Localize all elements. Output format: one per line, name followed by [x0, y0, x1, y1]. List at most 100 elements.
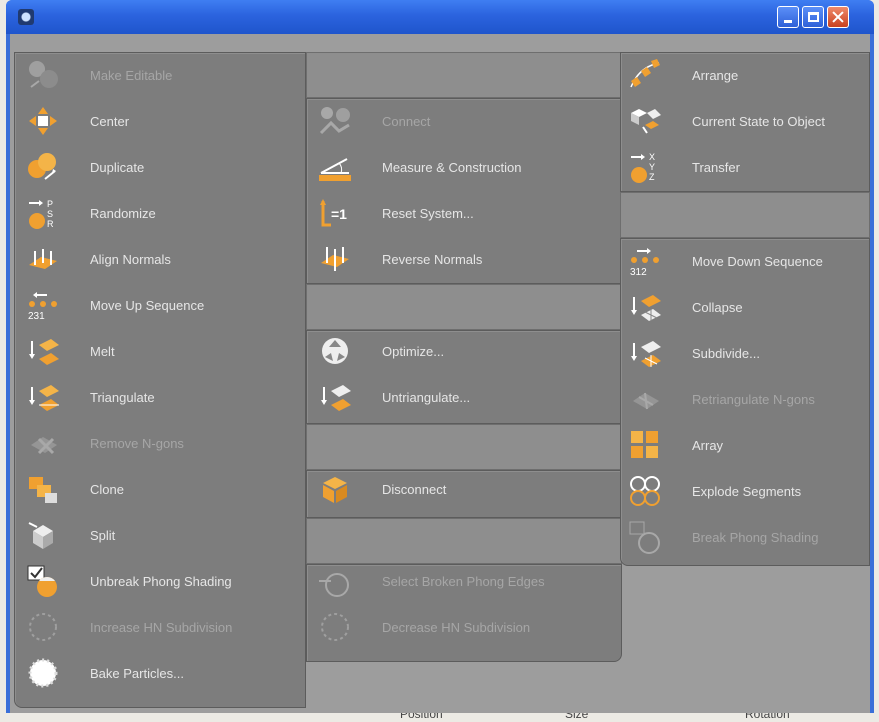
minimize-icon: [784, 19, 792, 23]
menu-item-transfer[interactable]: XYZ Transfer: [624, 144, 740, 190]
menu-item-label: Clone: [90, 481, 124, 497]
menu-item-label: Unbreak Phong Shading: [90, 573, 232, 589]
duplicate-icon: [22, 147, 64, 187]
menu-item-reverse-normals[interactable]: Reverse Normals: [314, 236, 482, 282]
menu-item-subdivide[interactable]: Subdivide...: [624, 330, 760, 376]
unbreak-phong-icon: [22, 561, 64, 601]
svg-text:P: P: [47, 199, 53, 209]
menu-item-optimize[interactable]: Optimize...: [314, 328, 444, 374]
menu-item-untriangulate[interactable]: Untriangulate...: [314, 374, 470, 420]
menu-item-label: Align Normals: [90, 251, 171, 267]
background-coordinate-strip: Position Size Rotation: [0, 713, 879, 722]
menu-item-collapse[interactable]: Collapse: [624, 284, 743, 330]
collapse-icon: [624, 287, 666, 327]
select-broken-phong-icon: [314, 561, 356, 601]
menu-item-increase-hn[interactable]: Increase HN Subdivision: [22, 604, 232, 650]
menu-item-label: Triangulate: [90, 389, 155, 405]
svg-text:Y: Y: [649, 162, 655, 172]
center-icon: [22, 101, 64, 141]
menu-item-label: Collapse: [692, 299, 743, 315]
menu-item-label: Connect: [382, 113, 431, 129]
app-icon[interactable]: [18, 9, 34, 25]
empty-slot: [620, 192, 870, 238]
menu-item-arrange[interactable]: Arrange: [624, 52, 738, 98]
menu-item-decrease-hn[interactable]: Decrease HN Subdivision: [314, 604, 530, 650]
menu-item-melt[interactable]: Melt: [22, 328, 115, 374]
menu-item-current-state[interactable]: Current State to Object: [624, 98, 825, 144]
strip-label-position: Position: [400, 713, 443, 721]
svg-text:Z: Z: [649, 172, 655, 182]
optimize-icon: [314, 331, 356, 371]
menu-item-label: Center: [90, 113, 130, 129]
menu-item-measure[interactable]: Measure & Construction: [314, 144, 521, 190]
menu-item-label: Optimize...: [382, 343, 445, 359]
increase-hn-icon: [22, 607, 64, 647]
maximize-icon: [807, 12, 819, 22]
menu-item-connect[interactable]: Connect: [314, 98, 430, 144]
menu-item-label: Reverse Normals: [382, 251, 483, 267]
disconnect-icon: [314, 469, 356, 509]
move-down-sequence-icon: 312: [624, 241, 666, 281]
menu-item-label: Select Broken Phong Edges: [382, 573, 545, 589]
arrange-icon: [624, 55, 666, 95]
menu-item-label: Explode Segments: [692, 483, 802, 499]
svg-text:X: X: [649, 152, 655, 162]
triangulate-icon: [22, 377, 64, 417]
menu-item-make-editable[interactable]: Make Editable: [22, 52, 172, 98]
empty-slot: [306, 424, 622, 470]
menu-item-select-broken-phong[interactable]: Select Broken Phong Edges: [314, 558, 545, 604]
menu-item-retriangulate-ngons[interactable]: Retriangulate N-gons: [624, 376, 815, 422]
menu-item-move-down-sequence[interactable]: 312 Move Down Sequence: [624, 238, 823, 284]
remove-ngons-icon: [22, 423, 64, 463]
bake-particles-icon: [22, 653, 64, 693]
title-bar[interactable]: [6, 0, 874, 34]
array-icon: [624, 425, 666, 465]
menu-item-label: Array: [692, 437, 724, 453]
close-button[interactable]: [827, 6, 849, 28]
menu-item-break-phong[interactable]: Break Phong Shading: [624, 514, 818, 560]
menu-item-label: Split: [90, 527, 116, 543]
menu-item-clone[interactable]: Clone: [22, 466, 124, 512]
command-palette-window: Make Editable Center Duplicate PSR Rando…: [6, 0, 874, 713]
maximize-button[interactable]: [802, 6, 824, 28]
menu-item-label: Randomize: [90, 205, 156, 221]
measure-icon: [314, 147, 356, 187]
menu-item-label: Move Up Sequence: [90, 297, 205, 313]
menu-item-align-normals[interactable]: Align Normals: [22, 236, 171, 282]
menu-item-disconnect[interactable]: Disconnect: [314, 466, 446, 512]
reset-system-icon: =1: [314, 193, 356, 233]
decrease-hn-icon: [314, 607, 356, 647]
menu-item-explode-segments[interactable]: Explode Segments: [624, 468, 801, 514]
menu-item-label: Duplicate: [90, 159, 145, 175]
menu-item-label: Current State to Object: [692, 113, 825, 129]
menu-item-triangulate[interactable]: Triangulate: [22, 374, 155, 420]
menu-item-remove-ngons[interactable]: Remove N-gons: [22, 420, 184, 466]
menu-item-label: Remove N-gons: [90, 435, 184, 451]
menu-item-bake-particles[interactable]: Bake Particles...: [22, 650, 184, 696]
menu-item-reset-system[interactable]: =1 Reset System...: [314, 190, 474, 236]
break-phong-icon: [624, 517, 666, 557]
menu-item-unbreak-phong[interactable]: Unbreak Phong Shading: [22, 558, 232, 604]
menu-item-randomize[interactable]: PSR Randomize: [22, 190, 156, 236]
clone-icon: [22, 469, 64, 509]
menu-item-label: Make Editable: [90, 67, 173, 83]
minimize-button[interactable]: [777, 6, 799, 28]
menu-item-split[interactable]: Split: [22, 512, 115, 558]
menu-item-label: Disconnect: [382, 481, 447, 497]
randomize-icon: PSR: [22, 193, 64, 233]
menu-item-array[interactable]: Array: [624, 422, 723, 468]
menu-item-label: Break Phong Shading: [692, 529, 819, 545]
empty-slot: [306, 52, 622, 98]
menu-item-move-up-sequence[interactable]: 231 Move Up Sequence: [22, 282, 204, 328]
menu-item-duplicate[interactable]: Duplicate: [22, 144, 144, 190]
svg-text:S: S: [47, 209, 53, 219]
menu-item-label: Arrange: [692, 67, 739, 83]
strip-label-rotation: Rotation: [745, 713, 790, 721]
current-state-icon: [624, 101, 666, 141]
split-icon: [22, 515, 64, 555]
retriangulate-ngons-icon: [624, 379, 666, 419]
menu-item-center[interactable]: Center: [22, 98, 129, 144]
move-up-sequence-icon: 231: [22, 285, 64, 325]
align-normals-icon: [22, 239, 64, 279]
close-icon: [832, 11, 844, 23]
